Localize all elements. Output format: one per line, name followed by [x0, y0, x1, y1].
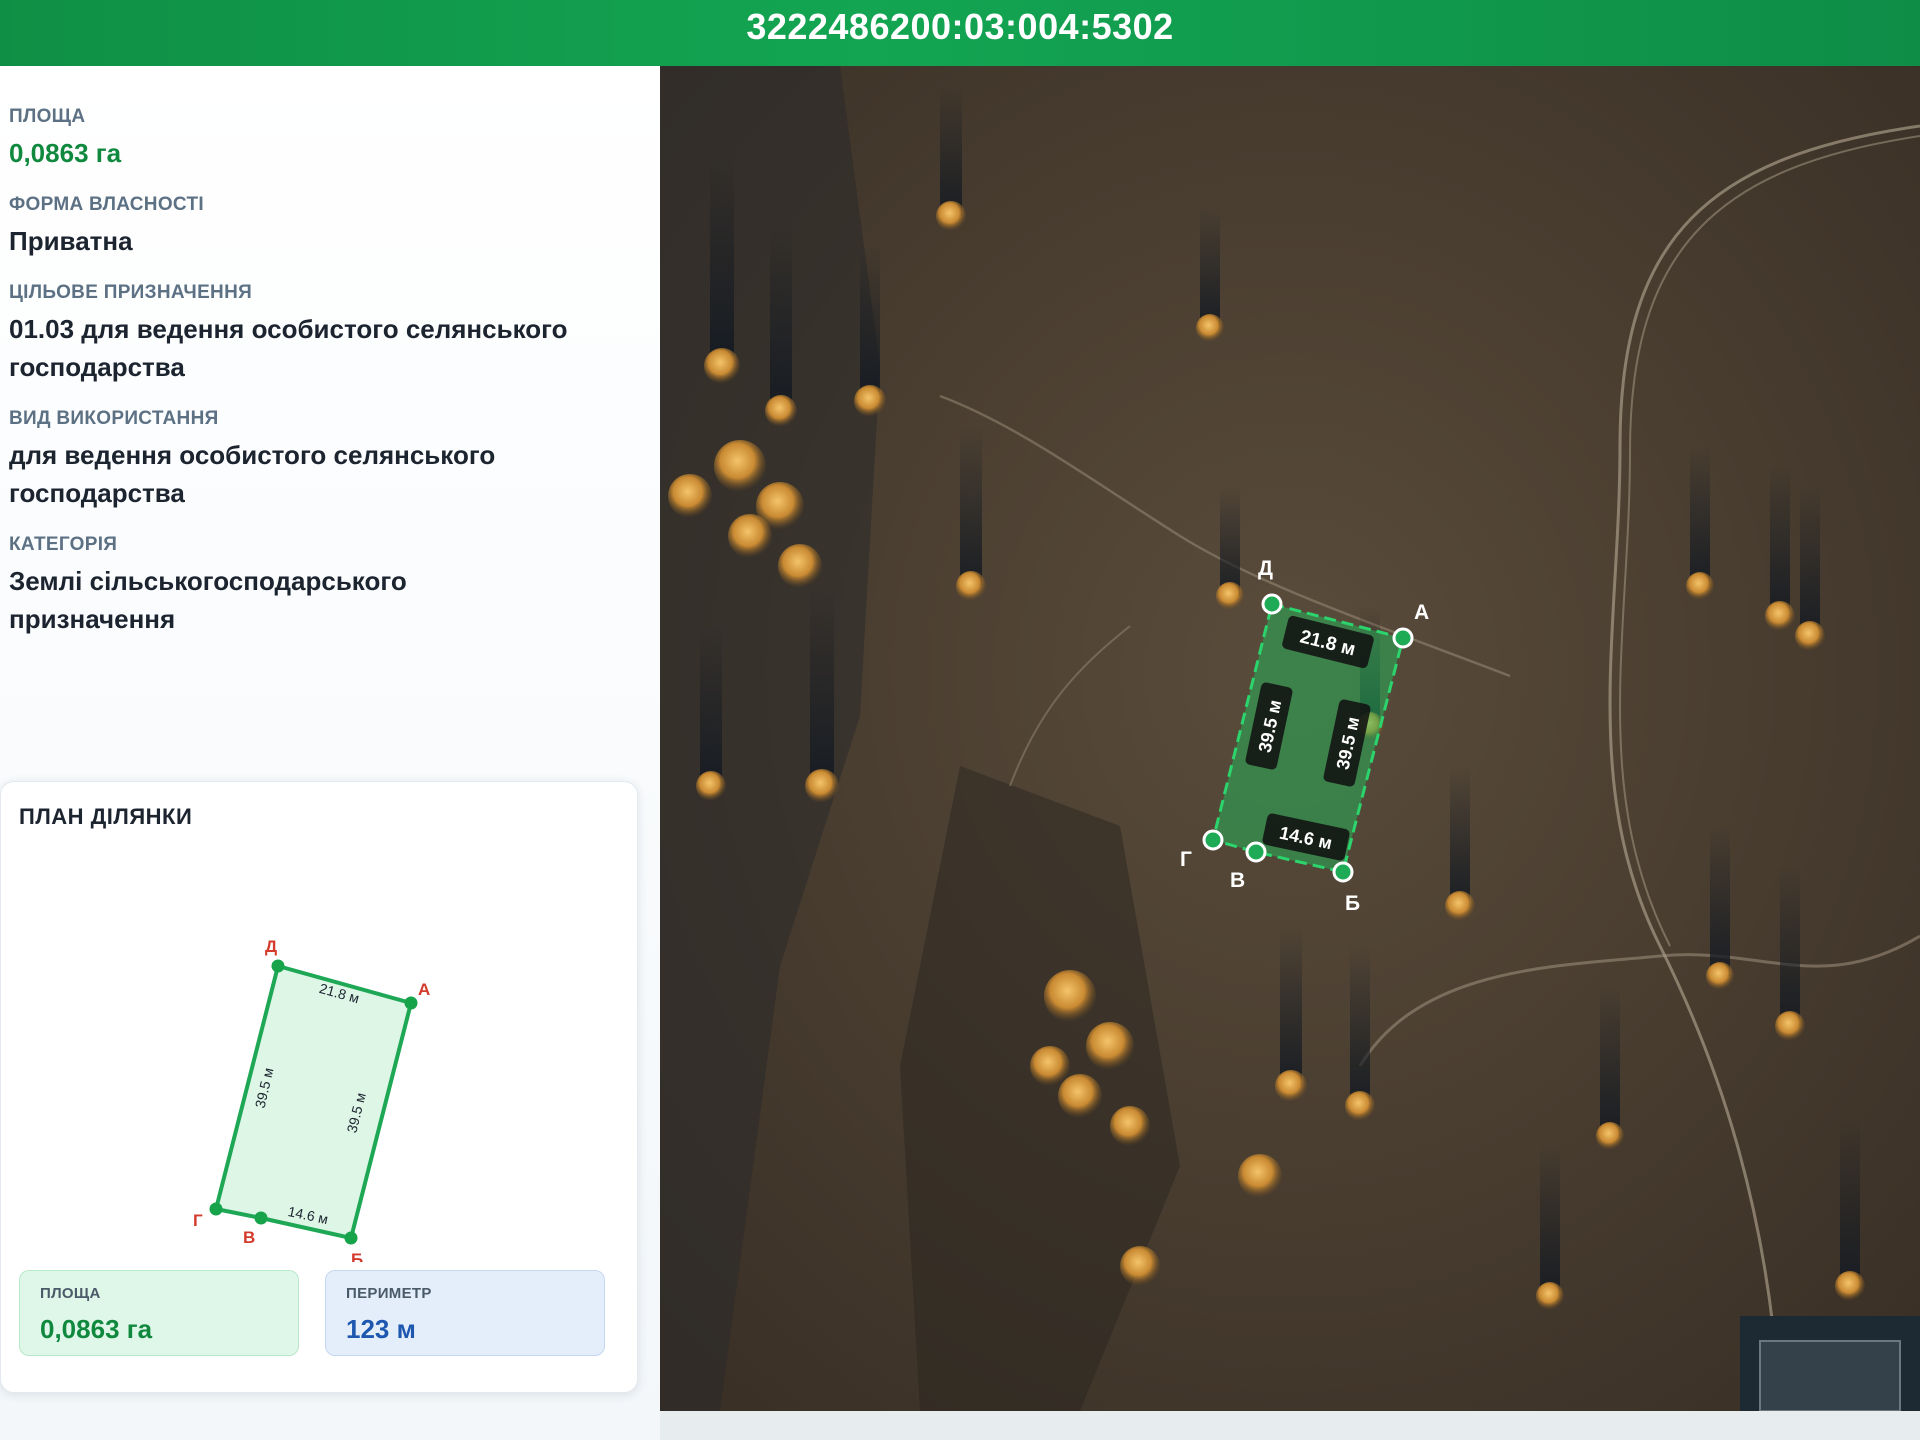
plan-card: ПЛАН ДІЛЯНКИ Д А Б В Г 21.8 м 39.5 м 39.…	[0, 781, 638, 1393]
ownership-value: Приватна	[9, 226, 133, 256]
map-vertex-g[interactable]	[1202, 829, 1224, 851]
purpose-value-line1: 01.03 для ведення особистого селянського	[9, 314, 568, 344]
usage-value-line1: для ведення особистого селянського	[9, 440, 496, 470]
satellite-map-image: Д А Б В Г 21.8 м 39.5 м 39.5 м 14.6 м	[660, 66, 1920, 1411]
satellite-map[interactable]: Д А Б В Г 21.8 м 39.5 м 39.5 м 14.6 м	[660, 66, 1920, 1411]
field-usage: ВИД ВИКОРИСТАННЯ для ведення особистого …	[9, 408, 649, 512]
usage-label: ВИД ВИКОРИСТАННЯ	[9, 408, 219, 429]
map-vertex-a-label: А	[1414, 601, 1429, 624]
purpose-label: ЦІЛЬОВЕ ПРИЗНАЧЕННЯ	[9, 282, 253, 303]
perimeter-stat-value: 123 м	[346, 1314, 416, 1344]
plan-vertex-b	[344, 1231, 358, 1245]
map-vertex-a[interactable]	[1392, 627, 1414, 649]
parcel-info-panel: ПЛОЩА 0,0863 га ФОРМА ВЛАСНОСТІ Приватна…	[0, 66, 660, 1440]
area-stat-value: 0,0863 га	[40, 1314, 153, 1344]
map-vertex-g-label: Г	[1180, 848, 1192, 871]
field-purpose: ЦІЛЬОВЕ ПРИЗНАЧЕННЯ 01.03 для ведення ос…	[9, 282, 649, 386]
plan-vertex-a-label: А	[418, 980, 430, 999]
plan-vertex-d-label: Д	[265, 937, 277, 956]
plan-title: ПЛАН ДІЛЯНКИ	[19, 804, 193, 829]
parcel-info-list: ПЛОЩА 0,0863 га ФОРМА ВЛАСНОСТІ Приватна…	[9, 106, 649, 660]
map-vertex-v-label: В	[1230, 869, 1245, 892]
category-value-line2: призначення	[9, 604, 176, 634]
plan-vertex-v	[254, 1211, 268, 1225]
perimeter-stat-box: ПЕРИМЕТР 123 м	[325, 1270, 605, 1356]
bottom-strip	[660, 1411, 1920, 1440]
map-vertex-b-label: Б	[1345, 892, 1360, 915]
map-vertex-b[interactable]	[1332, 861, 1354, 883]
building-roof	[1759, 1340, 1901, 1411]
area-stat-box: ПЛОЩА 0,0863 га	[19, 1270, 299, 1356]
category-label: КАТЕГОРІЯ	[9, 534, 118, 555]
plan-vertex-a	[404, 996, 418, 1010]
plan-vertex-d	[271, 959, 285, 973]
plan-vertex-b-label: Б	[351, 1250, 363, 1262]
cadastral-number: 3222486200:03:004:5302	[746, 6, 1174, 47]
plan-vertex-g-label: Г	[193, 1211, 203, 1230]
map-vertex-d-label: Д	[1258, 557, 1273, 580]
plan-vertex-v-label: В	[243, 1228, 255, 1247]
plan-diagram: Д А Б В Г 21.8 м 39.5 м 39.5 м 14.6 м	[193, 937, 430, 1262]
field-ownership: ФОРМА ВЛАСНОСТІ Приватна	[9, 194, 649, 260]
header-bar: 3222486200:03:004:5302	[0, 0, 1920, 66]
field-area: ПЛОЩА 0,0863 га	[9, 106, 649, 172]
category-value-line1: Землі сільськогосподарського	[9, 566, 407, 596]
map-vertex-v[interactable]	[1245, 841, 1267, 863]
area-stat-label: ПЛОЩА	[40, 1285, 101, 1302]
usage-value-line2: господарства	[9, 478, 185, 508]
purpose-value-line2: господарства	[9, 352, 185, 382]
area-label: ПЛОЩА	[9, 106, 86, 127]
perimeter-stat-label: ПЕРИМЕТР	[346, 1285, 432, 1302]
field-category: КАТЕГОРІЯ Землі сільськогосподарського п…	[9, 534, 649, 638]
area-value: 0,0863 га	[9, 138, 122, 168]
plan-parcel-polygon	[214, 964, 413, 1240]
map-vertex-d[interactable]	[1261, 593, 1283, 615]
ownership-label: ФОРМА ВЛАСНОСТІ	[9, 194, 204, 215]
plan-vertex-g	[209, 1202, 223, 1216]
